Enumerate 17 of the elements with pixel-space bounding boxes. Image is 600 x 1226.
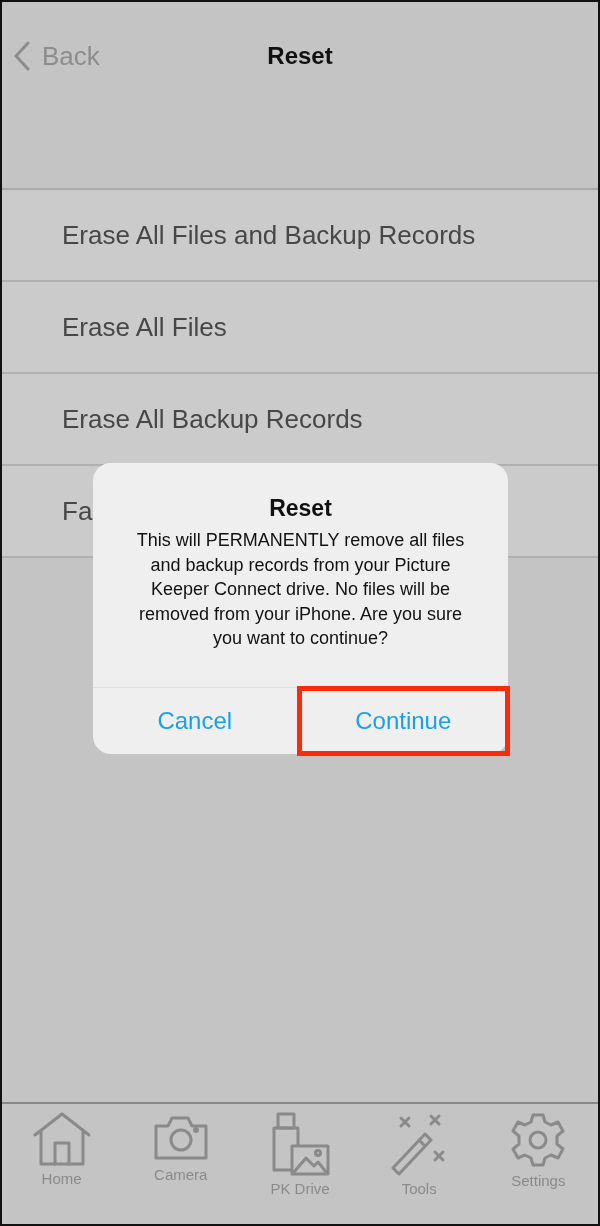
back-button[interactable]: Back [14,40,100,72]
chevron-left-icon [14,41,30,71]
dialog-message: This will PERMANENTLY remove all files and backup records from your Picture Keeper Connect drive. No files will be removed from your iPhone. Are you sure you want to continue? [135,529,466,650]
reset-option[interactable]: Erase All Files and Backup Records [2,190,598,282]
dialog-title: Reset [269,495,332,522]
tab-bar-item[interactable]: Settings [483,1112,594,1224]
screen-title: Reset [267,42,333,70]
dialog-button[interactable]: Cancel [93,687,297,754]
settings-icon [510,1112,567,1168]
tab-bar-item[interactable]: Tools [364,1112,475,1224]
tab-bar-item[interactable]: Home [6,1112,117,1224]
reset-option[interactable]: Erase All Files [2,282,598,374]
home-icon [32,1112,91,1166]
tab-bar-item[interactable]: Camera [125,1112,236,1224]
dialog-button[interactable]: Continue [296,685,510,756]
tab-bar-item[interactable]: PK Drive [244,1112,355,1224]
reset-option[interactable]: Erase All Backup Records [2,374,598,466]
